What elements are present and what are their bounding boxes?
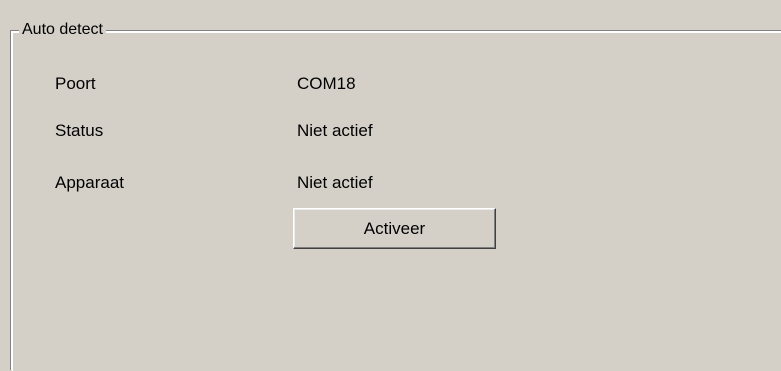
port-value: COM18: [297, 74, 356, 93]
device-label: Apparaat: [55, 173, 124, 192]
status-label: Status: [55, 121, 104, 140]
status-value: Niet actief: [297, 121, 373, 140]
port-label: Poort: [55, 74, 96, 93]
device-value: Niet actief: [297, 173, 373, 192]
groupbox-title: Auto detect: [19, 20, 106, 40]
activate-button[interactable]: Activeer: [293, 208, 496, 249]
auto-detect-groupbox: [10, 30, 781, 370]
